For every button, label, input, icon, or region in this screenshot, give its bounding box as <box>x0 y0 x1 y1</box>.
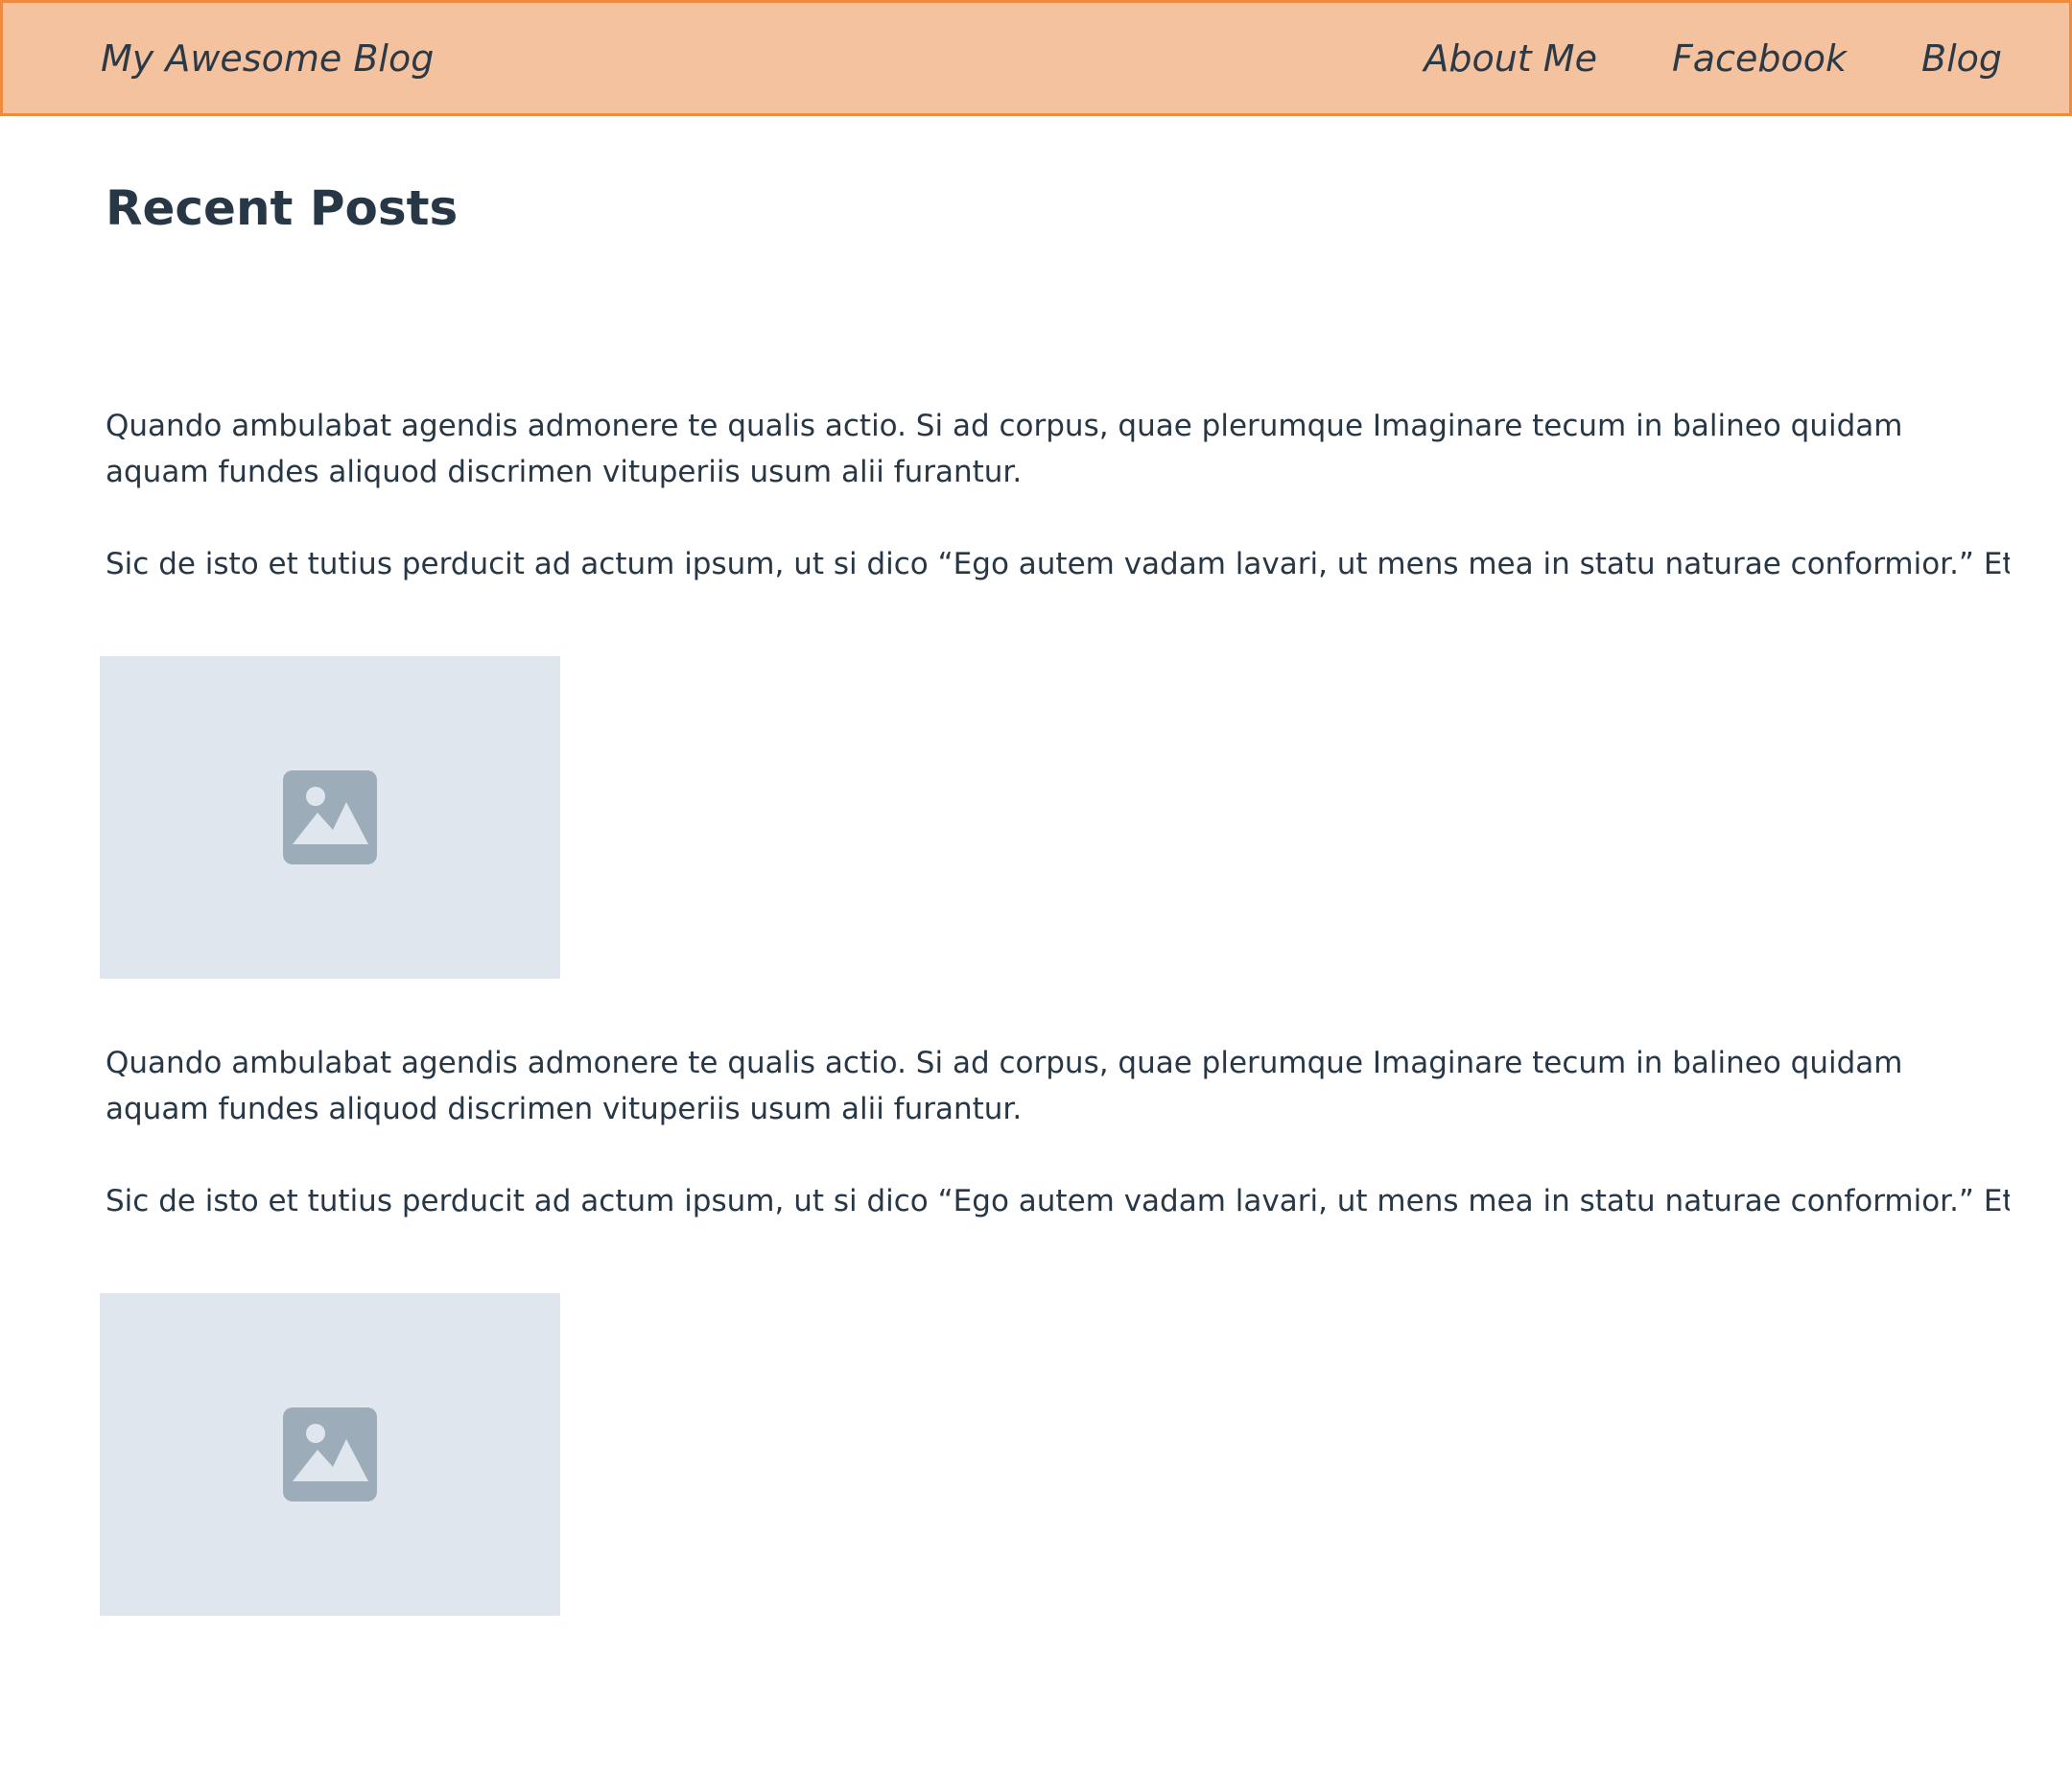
post-paragraph: Quando ambulabat agendis admonere te qua… <box>106 409 1903 489</box>
nav-link-blog[interactable]: Blog <box>1921 37 2002 80</box>
main-nav: About Me Facebook Blog <box>1424 37 2002 80</box>
image-placeholder-icon <box>283 770 377 864</box>
site-brand-link[interactable]: My Awesome Blog <box>101 37 434 80</box>
main-content: Recent Posts Quando ambulabat agendis ad… <box>100 116 2024 1616</box>
nav-link-facebook[interactable]: Facebook <box>1672 37 1847 80</box>
post-paragraph: Sic de isto et tutius perducit ad actum … <box>106 547 2010 581</box>
image-placeholder-icon <box>283 1407 377 1501</box>
site-header: My Awesome Blog About Me Facebook Blog <box>0 0 2072 116</box>
nav-link-about-me[interactable]: About Me <box>1424 37 1597 80</box>
post-paragraph: Quando ambulabat agendis admonere te qua… <box>106 1046 1903 1126</box>
post-card: Quando ambulabat agendis admonere te qua… <box>100 403 2024 979</box>
post-image-placeholder <box>100 1293 560 1616</box>
page-title: Recent Posts <box>106 180 459 236</box>
post-image-placeholder <box>100 656 560 979</box>
post-card: Quando ambulabat agendis admonere te qua… <box>100 1040 2024 1616</box>
post-paragraph: Sic de isto et tutius perducit ad actum … <box>106 1184 2010 1218</box>
